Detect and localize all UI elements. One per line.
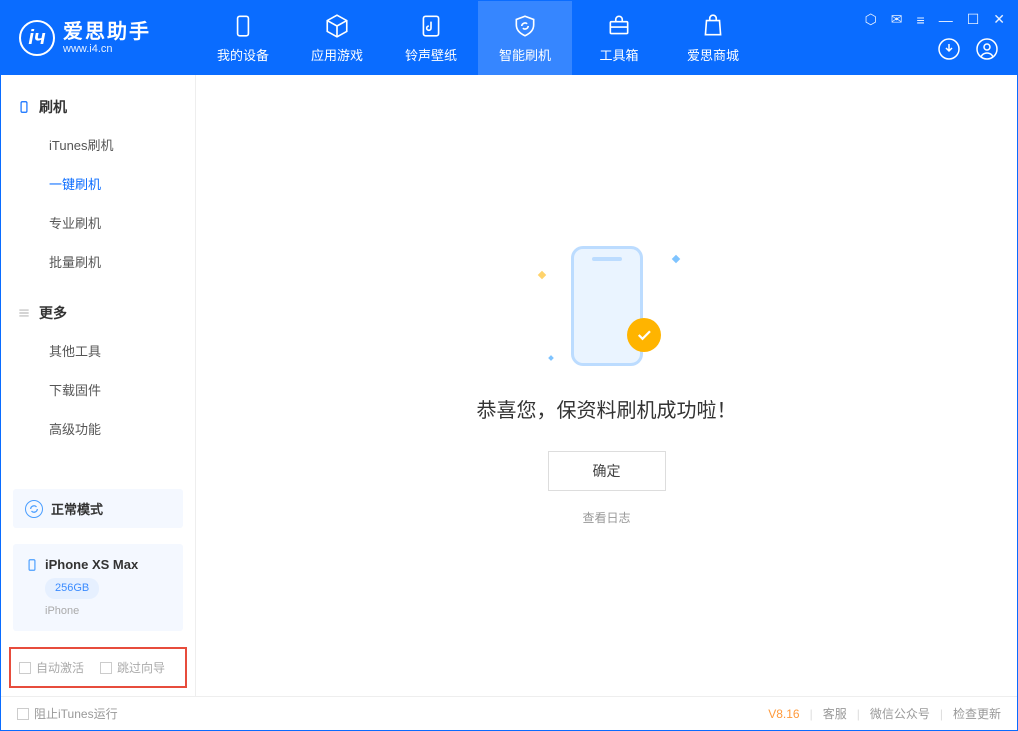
body: 刷机 iTunes刷机 一键刷机 专业刷机 批量刷机 更多 其他工具 下载固件 …	[1, 75, 1017, 696]
sidebar-item-pro-flash[interactable]: 专业刷机	[1, 203, 195, 242]
checkbox-box-icon	[19, 662, 31, 674]
sidebar-section-flash: 刷机 iTunes刷机 一键刷机 专业刷机 批量刷机	[1, 75, 195, 281]
status-bar: 阻止iTunes运行 V8.16 | 客服 | 微信公众号 | 检查更新	[1, 696, 1017, 730]
tab-ringtones[interactable]: 铃声壁纸	[384, 1, 478, 75]
sidebar-item-download-firmware[interactable]: 下载固件	[1, 370, 195, 409]
tab-flash[interactable]: 智能刷机	[478, 1, 572, 75]
phone-small-icon	[25, 558, 39, 572]
device-storage-badge: 256GB	[45, 578, 99, 599]
tab-store[interactable]: 爱思商城	[666, 1, 760, 75]
minimize-button[interactable]: —	[939, 12, 953, 28]
tab-apps[interactable]: 应用游戏	[290, 1, 384, 75]
logo-icon: iч	[19, 20, 55, 56]
sparkle-icon	[548, 355, 554, 361]
sparkle-icon	[671, 254, 679, 262]
view-log-link[interactable]: 查看日志	[582, 509, 630, 526]
window-controls: ⬡ ✉ ≡ — ☐ ✕	[865, 11, 1005, 28]
sidebar-head-flash: 刷机	[1, 89, 195, 125]
refresh-shield-icon	[512, 13, 538, 39]
feedback-icon[interactable]: ✉	[891, 11, 903, 28]
phone-icon	[17, 100, 31, 114]
mode-icon	[25, 500, 43, 518]
menu-icon[interactable]: ≡	[917, 12, 925, 28]
tab-my-device[interactable]: 我的设备	[196, 1, 290, 75]
maximize-button[interactable]: ☐	[967, 11, 980, 28]
sidebar-head-more: 更多	[1, 295, 195, 331]
sidebar-item-itunes-flash[interactable]: iTunes刷机	[1, 125, 195, 164]
statusbar-left: 阻止iTunes运行	[17, 705, 118, 722]
checkbox-box-icon	[100, 662, 112, 674]
app-domain: www.i4.cn	[63, 43, 151, 55]
mode-label: 正常模式	[51, 499, 103, 518]
logo-text: 爱思助手 www.i4.cn	[63, 21, 151, 55]
checkbox-box-icon	[17, 708, 29, 720]
ok-button[interactable]: 确定	[548, 451, 666, 491]
sidebar-section-more: 更多 其他工具 下载固件 高级功能	[1, 281, 195, 448]
device-icon	[230, 13, 256, 39]
success-message: 恭喜您，保资料刷机成功啦！	[477, 394, 737, 423]
sparkle-icon	[537, 270, 545, 278]
tab-toolbox[interactable]: 工具箱	[572, 1, 666, 75]
device-type: iPhone	[45, 605, 79, 617]
main-panel: 恭喜您，保资料刷机成功啦！ 确定 查看日志	[196, 75, 1017, 696]
checkbox-skip-wizard[interactable]: 跳过向导	[100, 659, 165, 676]
link-check-update[interactable]: 检查更新	[953, 705, 1001, 722]
list-icon	[17, 306, 31, 320]
tshirt-icon[interactable]: ⬡	[865, 11, 877, 28]
toolbox-icon	[606, 13, 632, 39]
sidebar-spacer	[1, 448, 195, 481]
device-name: iPhone XS Max	[45, 554, 138, 576]
user-icon[interactable]	[975, 37, 999, 61]
checkbox-block-itunes[interactable]: 阻止iTunes运行	[17, 705, 118, 722]
app-window: iч 爱思助手 www.i4.cn 我的设备 应用游戏 铃声壁纸 智能刷机	[0, 0, 1018, 731]
version-label: V8.16	[768, 707, 799, 721]
bag-icon	[700, 13, 726, 39]
music-file-icon	[418, 13, 444, 39]
nav-tabs: 我的设备 应用游戏 铃声壁纸 智能刷机 工具箱 爱思商城	[196, 1, 760, 75]
sidebar-item-oneclick-flash[interactable]: 一键刷机	[1, 164, 195, 203]
checkmark-badge-icon	[627, 318, 661, 352]
bottom-checks-highlighted: 自动激活 跳过向导	[9, 647, 187, 688]
sidebar-item-advanced[interactable]: 高级功能	[1, 409, 195, 448]
header-right-icons	[937, 37, 999, 61]
mode-card[interactable]: 正常模式	[13, 489, 183, 528]
download-icon[interactable]	[937, 37, 961, 61]
device-name-row: iPhone XS Max	[25, 554, 171, 576]
sidebar: 刷机 iTunes刷机 一键刷机 专业刷机 批量刷机 更多 其他工具 下载固件 …	[1, 75, 196, 696]
checkbox-auto-activate[interactable]: 自动激活	[19, 659, 84, 676]
app-name: 爱思助手	[63, 21, 151, 43]
link-support[interactable]: 客服	[823, 705, 847, 722]
cube-icon	[324, 13, 350, 39]
close-button[interactable]: ✕	[993, 11, 1005, 28]
title-bar: iч 爱思助手 www.i4.cn 我的设备 应用游戏 铃声壁纸 智能刷机	[1, 1, 1017, 75]
success-illustration	[547, 246, 667, 366]
device-card[interactable]: iPhone XS Max 256GB iPhone	[13, 544, 183, 631]
sidebar-item-other-tools[interactable]: 其他工具	[1, 331, 195, 370]
logo-area: iч 爱思助手 www.i4.cn	[1, 1, 196, 75]
link-wechat[interactable]: 微信公众号	[870, 705, 930, 722]
sidebar-item-batch-flash[interactable]: 批量刷机	[1, 242, 195, 281]
statusbar-right: V8.16 | 客服 | 微信公众号 | 检查更新	[768, 705, 1001, 722]
